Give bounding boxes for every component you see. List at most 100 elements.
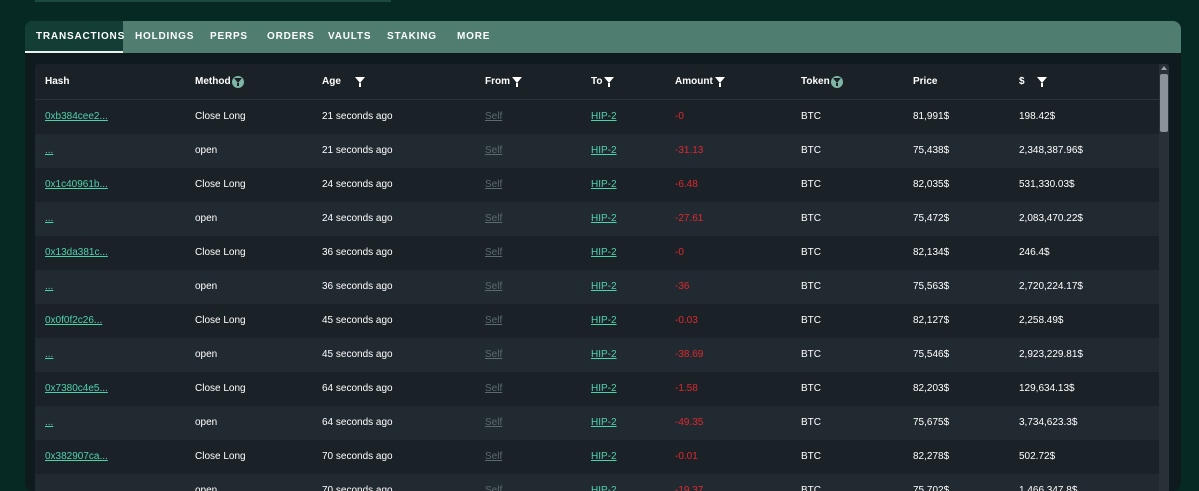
token-cell: BTC <box>801 179 821 190</box>
hash-link[interactable]: 0x7380c4e5... <box>45 372 108 406</box>
method-cell: open <box>195 281 218 292</box>
method-cell: Close Long <box>195 111 246 122</box>
to-link[interactable]: HIP-2 <box>591 270 617 304</box>
tab-orders[interactable]: ORDERS <box>267 21 315 53</box>
usd-value-cell: 502.72$ <box>1019 451 1056 462</box>
price-cell: 82,278$ <box>913 451 950 462</box>
method-filter-icon[interactable] <box>231 75 244 88</box>
to-link[interactable]: HIP-2 <box>591 304 617 338</box>
amount-cell: -36 <box>675 281 690 292</box>
usd-value-cell: 2,083,470.22$ <box>1019 213 1083 224</box>
column-label-token: Token <box>801 76 830 87</box>
tab-more[interactable]: MORE <box>457 21 490 53</box>
hash-link[interactable]: ... <box>45 338 53 372</box>
from-link[interactable]: Self <box>485 440 502 474</box>
hash-link[interactable]: 0x0f0f2c26... <box>45 304 102 338</box>
from-link[interactable]: Self <box>485 474 502 491</box>
from-link[interactable]: Self <box>485 406 502 440</box>
to-link[interactable]: HIP-2 <box>591 338 617 372</box>
method-cell: Close Long <box>195 451 246 462</box>
tab-perps[interactable]: PERPS <box>210 21 248 53</box>
hash-link[interactable]: ... <box>45 474 53 491</box>
token-cell: BTC <box>801 417 821 428</box>
column-label-from: From <box>485 76 510 87</box>
age-cell: 21 seconds ago <box>322 111 393 122</box>
to-link[interactable]: HIP-2 <box>591 406 617 440</box>
to-link[interactable]: HIP-2 <box>591 236 617 270</box>
usd-value-cell: 2,258.49$ <box>1019 315 1064 326</box>
hash-link[interactable]: ... <box>45 134 53 168</box>
from-link[interactable]: Self <box>485 372 502 406</box>
usd-filter-icon[interactable] <box>1036 76 1047 87</box>
price-cell: 75,563$ <box>913 281 950 292</box>
column-label-method: Method <box>195 76 231 87</box>
from-link[interactable]: Self <box>485 270 502 304</box>
hash-link[interactable]: 0x382907ca... <box>45 440 108 474</box>
age-cell: 36 seconds ago <box>322 281 393 292</box>
hash-link[interactable]: 0x13da381c... <box>45 236 108 270</box>
table-row: ... open 64 seconds ago Self HIP-2 -49.35 BTC 7… <box>35 406 1159 441</box>
to-link[interactable]: HIP-2 <box>591 134 617 168</box>
from-link[interactable]: Self <box>485 304 502 338</box>
token-filter-icon[interactable] <box>830 75 843 88</box>
from-link[interactable]: Self <box>485 100 502 134</box>
to-link[interactable]: HIP-2 <box>591 474 617 491</box>
from-link[interactable]: Self <box>485 236 502 270</box>
scrollbar-thumb[interactable] <box>1160 74 1168 132</box>
table-row: ... open 36 seconds ago Self HIP-2 -36 BTC 75,5… <box>35 270 1159 305</box>
amount-cell: -0 <box>675 247 684 258</box>
amount-filter-icon[interactable] <box>714 76 725 87</box>
to-link[interactable]: HIP-2 <box>591 168 617 202</box>
hash-link[interactable]: ... <box>45 202 53 236</box>
usd-value-cell: 531,330.03$ <box>1019 179 1075 190</box>
from-link[interactable]: Self <box>485 168 502 202</box>
hash-link[interactable]: ... <box>45 406 53 440</box>
token-cell: BTC <box>801 383 821 394</box>
to-link[interactable]: HIP-2 <box>591 372 617 406</box>
vertical-scrollbar[interactable] <box>1159 64 1169 491</box>
hash-link[interactable]: ... <box>45 270 53 304</box>
amount-cell: -19.37 <box>675 485 704 491</box>
from-filter-icon[interactable] <box>512 76 522 87</box>
age-cell: 64 seconds ago <box>322 417 393 428</box>
table-row: 0x0f0f2c26... Close Long 45 seconds ago Sel… <box>35 304 1159 339</box>
hash-link[interactable]: 0x1c40961b... <box>45 168 108 202</box>
tab-vaults[interactable]: VAULTS <box>328 21 371 53</box>
explorer-panel: TRANSACTIONS HOLDINGS PERPS ORDERS VAULT… <box>25 21 1181 491</box>
method-cell: open <box>195 485 218 491</box>
usd-value-cell: 246.4$ <box>1019 247 1050 258</box>
token-cell: BTC <box>801 315 821 326</box>
tab-staking[interactable]: STAKING <box>387 21 437 53</box>
amount-cell: -27.61 <box>675 213 704 224</box>
token-cell: BTC <box>801 451 821 462</box>
column-label-age: Age <box>322 76 341 87</box>
to-link[interactable]: HIP-2 <box>591 202 617 236</box>
tab-holdings[interactable]: HOLDINGS <box>135 21 194 53</box>
table-row: ... open 70 seconds ago Self HIP-2 -19.37 BTC 7… <box>35 474 1159 491</box>
table-row: 0xb384cee2... Close Long 21 seconds ago Sel… <box>35 100 1159 135</box>
method-cell: open <box>195 417 218 428</box>
age-cell: 70 seconds ago <box>322 485 393 491</box>
age-cell: 45 seconds ago <box>322 349 393 360</box>
tab-transactions[interactable]: TRANSACTIONS <box>25 21 124 53</box>
hash-link[interactable]: 0xb384cee2... <box>45 100 108 134</box>
from-link[interactable]: Self <box>485 134 502 168</box>
scroll-up-arrow-icon[interactable] <box>1161 66 1167 70</box>
to-link[interactable]: HIP-2 <box>591 440 617 474</box>
usd-value-cell: 1,466,347.8$ <box>1019 485 1078 491</box>
age-cell: 21 seconds ago <box>322 145 393 156</box>
column-label-to: To <box>591 76 603 87</box>
to-link[interactable]: HIP-2 <box>591 100 617 134</box>
transactions-table: Hash Method Age From To Amount Token Pri… <box>35 64 1169 491</box>
price-cell: 75,472$ <box>913 213 950 224</box>
from-link[interactable]: Self <box>485 338 502 372</box>
amount-cell: -6.48 <box>675 179 698 190</box>
age-filter-icon[interactable] <box>354 76 365 87</box>
from-link[interactable]: Self <box>485 202 502 236</box>
table-row: ... open 24 seconds ago Self HIP-2 -27.61 BTC 7… <box>35 202 1159 237</box>
to-filter-icon[interactable] <box>604 76 615 87</box>
column-label-hash: Hash <box>45 76 70 87</box>
usd-value-cell: 2,923,229.81$ <box>1019 349 1083 360</box>
amount-cell: -38.69 <box>675 349 704 360</box>
token-cell: BTC <box>801 111 821 122</box>
